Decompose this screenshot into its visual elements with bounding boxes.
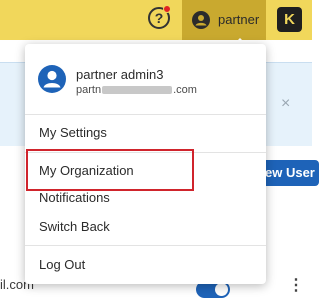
divider [25,114,266,115]
menu-item-switch-back[interactable]: Switch Back [25,213,266,241]
notification-dot [163,5,171,13]
menu-item-my-organization[interactable]: My Organization [25,157,266,185]
toggle-knob [215,283,228,296]
user-menu-button[interactable]: partner [182,0,266,40]
user-circle-icon [192,11,210,29]
brand-logo[interactable]: K [277,7,302,32]
close-icon[interactable]: × [281,95,290,113]
menu-item-my-settings[interactable]: My Settings [25,119,266,147]
user-name: partner [218,12,260,27]
user-dropdown-menu: partner admin3 partn .com My Settings My … [25,44,266,284]
profile-email: partn .com [76,84,197,96]
redacted-email-part [102,86,173,95]
profile-name: partner admin3 [76,67,164,82]
menu-item-notifications[interactable]: Notifications [25,184,266,212]
top-bar: ? partner K [0,0,312,40]
avatar-icon [38,65,66,93]
profile-header: partner admin3 partn .com [25,44,266,114]
menu-item-log-out[interactable]: Log Out [25,251,266,279]
more-options-icon[interactable]: ⋮ [288,275,304,295]
divider [25,152,266,153]
divider [25,245,266,246]
new-user-button[interactable]: ew User [259,160,319,186]
